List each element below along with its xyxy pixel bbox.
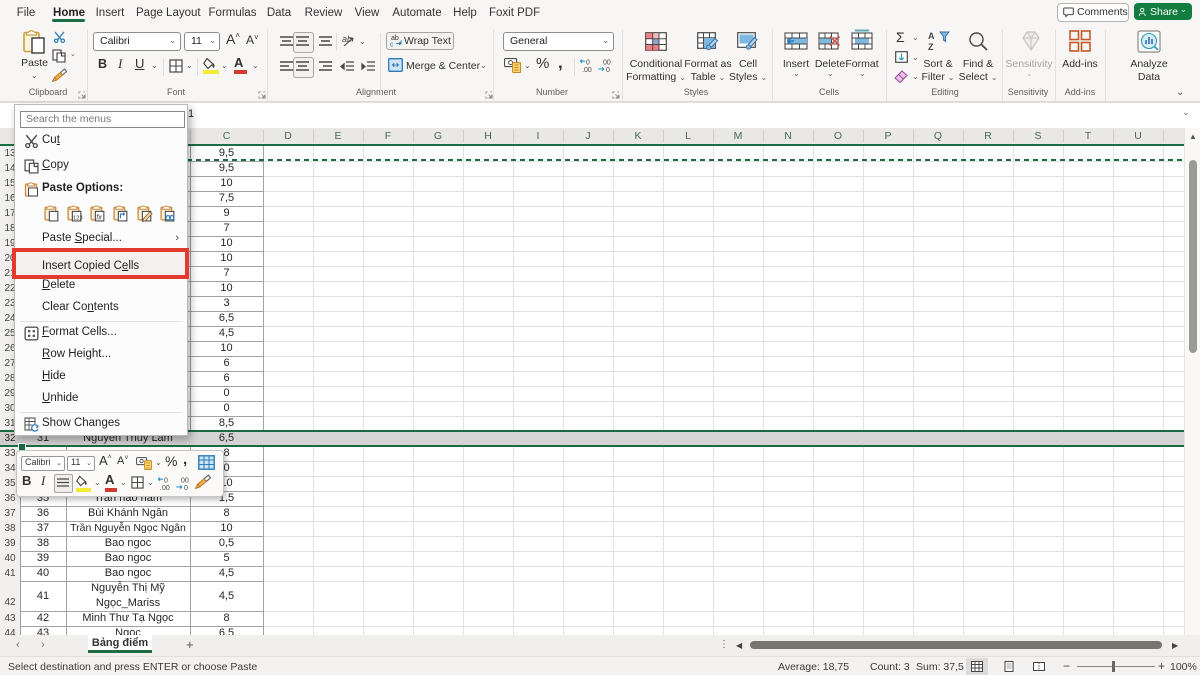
svg-text:ab: ab <box>342 34 352 44</box>
svg-text:fx: fx <box>96 214 102 221</box>
svg-text:c: c <box>390 42 394 48</box>
svg-text:0: 0 <box>184 485 188 491</box>
svg-text:00: 00 <box>181 478 189 485</box>
svg-text:.00: .00 <box>582 67 592 73</box>
svg-text:0: 0 <box>586 60 590 67</box>
svg-text:00: 00 <box>603 60 611 67</box>
svg-text:0: 0 <box>606 67 610 73</box>
svg-text:123: 123 <box>73 215 83 221</box>
svg-text:A: A <box>928 31 935 41</box>
svg-text:0: 0 <box>164 478 168 485</box>
svg-text:Z: Z <box>928 42 934 52</box>
svg-text:.00: .00 <box>160 485 170 491</box>
